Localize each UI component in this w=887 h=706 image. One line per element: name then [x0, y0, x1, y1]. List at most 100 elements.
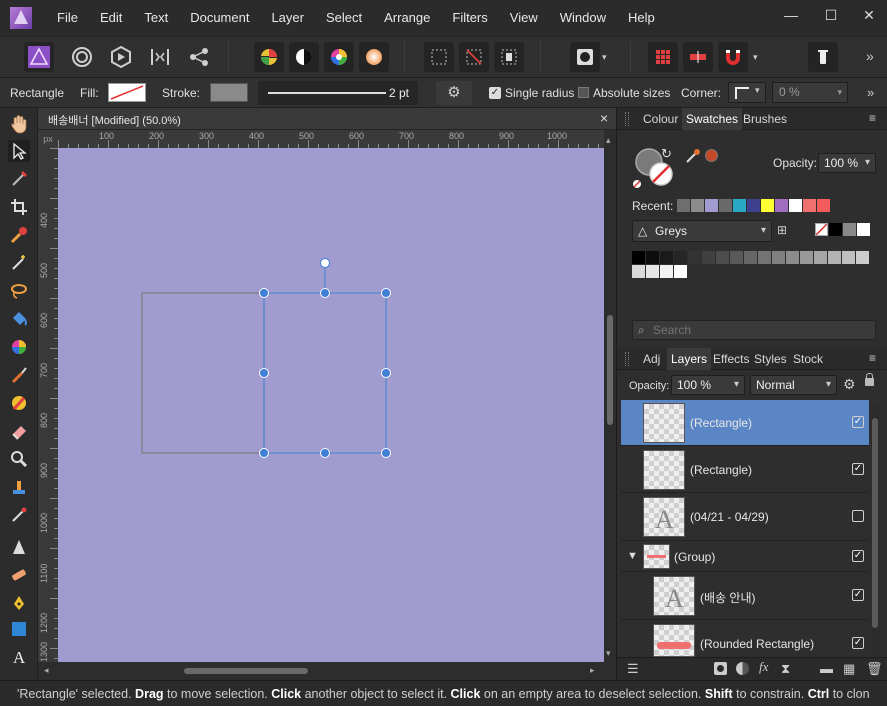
layer-opacity-dropdown[interactable]: 100 %: [671, 375, 745, 395]
view-tool-hand-icon[interactable]: [8, 113, 30, 135]
erase-brush-icon[interactable]: [8, 420, 30, 442]
resize-handle-top[interactable]: [320, 288, 330, 298]
document-tab[interactable]: 배송배너 [Modified] (50.0%) ×: [38, 108, 616, 130]
panel-menu-icon[interactable]: ≡: [869, 351, 876, 365]
layer-row[interactable]: (Rectangle) ✓: [621, 400, 869, 446]
tab-brushes[interactable]: Brushes: [739, 108, 791, 130]
grey-swatch[interactable]: [716, 251, 729, 264]
text-tool-icon[interactable]: A: [8, 646, 30, 668]
picked-colour-swatch[interactable]: [705, 149, 718, 162]
single-radius-checkbox[interactable]: ✓: [489, 87, 501, 99]
document-canvas[interactable]: [58, 148, 604, 662]
snapping-magnet-icon[interactable]: [718, 42, 748, 72]
grey-swatch[interactable]: [758, 251, 771, 264]
recent-swatch[interactable]: [733, 199, 746, 212]
adjustment-layer-icon[interactable]: [736, 662, 749, 675]
context-overflow-icon[interactable]: »: [867, 85, 874, 100]
horizontal-scrollbar[interactable]: ◂ ▸: [38, 662, 604, 680]
tab-effects[interactable]: Effects: [709, 348, 753, 370]
layer-visibility-checkbox[interactable]: ✓: [852, 416, 864, 428]
tab-styles[interactable]: Styles: [750, 348, 791, 370]
insert-target-icon[interactable]: [570, 42, 600, 72]
grey-swatch[interactable]: [632, 265, 645, 278]
recent-swatch[interactable]: [691, 199, 704, 212]
fx-icon[interactable]: fx: [759, 659, 768, 675]
resize-handle-top-left[interactable]: [259, 288, 269, 298]
share-icon[interactable]: [184, 42, 214, 72]
resize-handle-top-right[interactable]: [381, 288, 391, 298]
opacity-dropdown[interactable]: 100 %: [818, 153, 876, 173]
corner-radius-field[interactable]: 0 % ▾: [772, 82, 848, 103]
fill-tool-icon[interactable]: [8, 224, 30, 246]
lasso-tool-icon[interactable]: [8, 280, 30, 302]
paint-brush-icon[interactable]: [8, 364, 30, 386]
menu-filters[interactable]: Filters: [441, 0, 498, 36]
layer-row[interactable]: (Rounded Rectangle) ✓: [621, 621, 869, 657]
recent-swatch[interactable]: [705, 199, 718, 212]
grey-swatch[interactable]: [674, 265, 687, 278]
chevron-down-icon[interactable]: ▾: [602, 52, 607, 63]
recent-swatch[interactable]: [775, 199, 788, 212]
pixel-brush-icon[interactable]: [8, 392, 30, 414]
layer-row[interactable]: A (04/21 - 04/29): [621, 494, 869, 541]
menu-select[interactable]: Select: [315, 0, 373, 36]
clone-brush-icon[interactable]: [8, 476, 30, 498]
rectangle-tool-icon[interactable]: [8, 618, 30, 640]
black-white-icon[interactable]: [289, 42, 319, 72]
tab-adjustments[interactable]: Adj: [639, 348, 664, 370]
rotation-handle[interactable]: [320, 258, 330, 268]
designer-persona-icon[interactable]: [24, 42, 54, 72]
flood-fill-icon[interactable]: [8, 308, 30, 330]
minimize-button[interactable]: —: [771, 0, 811, 30]
snap-grid-icon[interactable]: [648, 42, 678, 72]
trash-icon[interactable]: 🗑: [866, 661, 883, 677]
node-tool-icon[interactable]: [8, 168, 30, 190]
blend-mode-dropdown[interactable]: Normal: [750, 375, 837, 395]
grey-swatch[interactable]: [646, 265, 659, 278]
snap-to-edge-icon[interactable]: [683, 42, 713, 72]
add-swatch-icon[interactable]: ⊞: [777, 223, 787, 237]
assistant-icon[interactable]: [808, 42, 838, 72]
close-window-button[interactable]: ✕: [849, 0, 887, 30]
white-swatch[interactable]: [857, 223, 870, 236]
tab-layers[interactable]: Layers: [667, 348, 712, 370]
marquee-selection-icon[interactable]: [424, 42, 454, 72]
resize-handle-right[interactable]: [381, 368, 391, 378]
grey-swatch[interactable]: [842, 251, 855, 264]
invert-selection-icon[interactable]: [494, 42, 524, 72]
close-document-icon[interactable]: ×: [600, 110, 608, 126]
grey-swatch[interactable]: [632, 251, 645, 264]
scroll-down-icon[interactable]: ▾: [606, 648, 611, 659]
grey-swatch[interactable]: [843, 223, 856, 236]
colour-balance-icon[interactable]: [254, 42, 284, 72]
black-swatch[interactable]: [829, 223, 842, 236]
vertical-scroll-thumb[interactable]: [607, 315, 613, 425]
panel-grip[interactable]: [625, 352, 629, 366]
grey-swatch[interactable]: [660, 265, 673, 278]
grey-swatch[interactable]: [702, 251, 715, 264]
layer-row[interactable]: A (배송 안내) ✓: [621, 573, 869, 620]
recent-swatch[interactable]: [789, 199, 802, 212]
vertical-scrollbar[interactable]: ▴ ▾: [604, 130, 616, 662]
gear-icon[interactable]: ⚙: [436, 81, 472, 105]
menu-arrange[interactable]: Arrange: [373, 0, 441, 36]
grey-swatch[interactable]: [772, 251, 785, 264]
grey-swatch[interactable]: [744, 251, 757, 264]
layer-visibility-checkbox[interactable]: ✓: [852, 589, 864, 601]
crop-tool-icon[interactable]: [8, 196, 30, 218]
inpainting-brush-icon[interactable]: [8, 504, 30, 526]
layer-visibility-checkbox[interactable]: ✓: [852, 463, 864, 475]
menu-document[interactable]: Document: [179, 0, 260, 36]
menu-file[interactable]: File: [46, 0, 89, 36]
live-filter-icon[interactable]: ⧗: [781, 661, 790, 677]
grey-swatch[interactable]: [786, 251, 799, 264]
panel-grip[interactable]: [625, 112, 629, 126]
layers-scrollbar[interactable]: [871, 406, 879, 656]
menu-view[interactable]: View: [499, 0, 549, 36]
add-pixel-layer-icon[interactable]: ▦: [843, 661, 855, 677]
recent-swatch[interactable]: [747, 199, 760, 212]
grey-swatch[interactable]: [856, 251, 869, 264]
panel-menu-icon[interactable]: ≡: [869, 111, 876, 125]
transparency-tool-icon[interactable]: [8, 252, 30, 274]
colour-picker-icon[interactable]: [685, 148, 701, 167]
